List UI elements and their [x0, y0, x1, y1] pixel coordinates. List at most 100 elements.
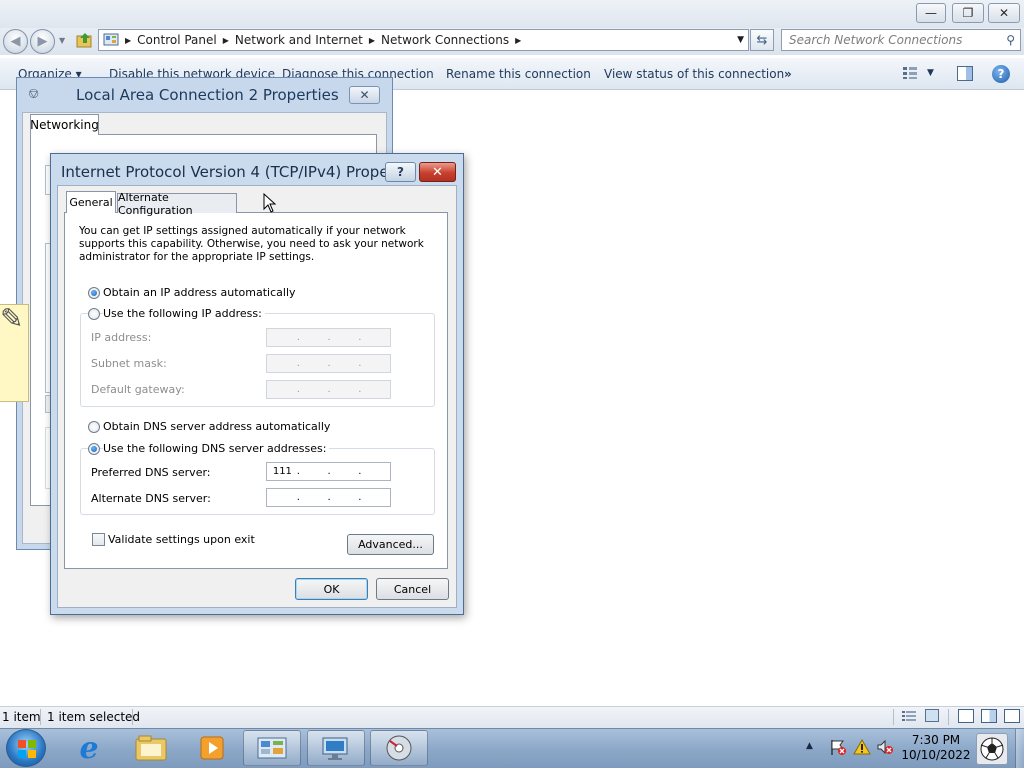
restore-icon: ❐ [962, 6, 974, 20]
radio-selected-dot [91, 446, 97, 452]
refresh-icon: ⇆ [756, 32, 768, 48]
details-pane-toggle-icon[interactable] [1004, 709, 1020, 723]
cancel-button[interactable]: Cancel [376, 578, 449, 600]
refresh-button[interactable]: ⇆ [750, 29, 774, 51]
breadcrumb-arrow-icon[interactable]: ▶ [223, 36, 229, 45]
minimize-button[interactable]: — [916, 3, 946, 23]
advanced-button[interactable]: Advanced... [347, 534, 434, 555]
use-following-ip-label[interactable]: Use the following IP address: [103, 307, 265, 320]
obtain-dns-auto-label[interactable]: Obtain DNS server address automatically [103, 420, 330, 433]
view-status-command[interactable]: View status of this connection [604, 67, 784, 81]
clock-time: 7:30 PM [911, 733, 961, 747]
taskbar-network-connections[interactable] [307, 730, 365, 766]
octet-1[interactable]: 111 [267, 466, 298, 477]
rename-command[interactable]: Rename this connection [446, 67, 591, 81]
disc-icon [386, 735, 412, 761]
more-commands-chevron-icon[interactable]: » [784, 67, 792, 81]
ipv4-dialog-title: Internet Protocol Version 4 (TCP/IPv4) P… [61, 163, 408, 181]
ok-button[interactable]: OK [295, 578, 368, 600]
alternate-dns-field[interactable]: . . . [266, 488, 391, 507]
back-button[interactable]: ◀ [3, 29, 28, 54]
soccer-ball-icon [980, 737, 1004, 761]
taskbar-file-explorer[interactable] [122, 730, 180, 766]
use-following-dns-label[interactable]: Use the following DNS server addresses: [103, 442, 330, 455]
change-view-icon[interactable] [902, 66, 918, 80]
layout-icon[interactable] [958, 709, 974, 723]
network-adapter-icon: ⎊ [28, 86, 40, 102]
use-following-dns-radio[interactable] [88, 443, 100, 455]
obtain-dns-auto-radio[interactable] [88, 421, 100, 433]
breadcrumb-arrow-icon[interactable]: ▶ [515, 36, 521, 45]
default-gateway-label: Default gateway: [91, 383, 185, 396]
forward-button[interactable]: ▶ [30, 29, 55, 54]
subnet-mask-label: Subnet mask: [91, 357, 167, 370]
windows-logo-icon [18, 740, 36, 758]
control-panel-icon [103, 32, 119, 48]
media-player-icon [200, 736, 224, 760]
taskbar-disc-utility[interactable] [370, 730, 428, 766]
search-placeholder: Search Network Connections [789, 33, 963, 47]
obtain-ip-auto-label[interactable]: Obtain an IP address automatically [103, 286, 296, 299]
back-arrow-icon: ◀ [10, 34, 21, 49]
breadcrumb-network-connections[interactable]: Network Connections [381, 33, 509, 47]
breadcrumb-arrow-icon[interactable]: ▶ [369, 36, 375, 45]
internet-explorer-icon: e [79, 730, 99, 766]
network-icon [322, 737, 348, 760]
show-hidden-icons-icon[interactable]: ▲ [806, 741, 813, 751]
folder-icon [135, 735, 167, 761]
recent-pages-icon[interactable]: ▼ [59, 36, 65, 45]
status-divider [948, 709, 949, 725]
subnet-mask-field: ... [266, 354, 391, 373]
clock-date: 10/10/2022 [901, 748, 971, 762]
address-dropdown-icon[interactable]: ▼ [737, 35, 744, 45]
large-icons-view-icon[interactable] [925, 709, 939, 722]
breadcrumb-arrow-icon: ▶ [125, 35, 132, 45]
preview-pane-icon[interactable] [957, 66, 973, 81]
status-divider [893, 709, 894, 725]
alternate-dns-label: Alternate DNS server: [91, 492, 211, 505]
breadcrumb-control-panel[interactable]: Control Panel [137, 33, 217, 47]
forward-arrow-icon: ▶ [37, 34, 48, 49]
details-view-icon[interactable] [902, 710, 916, 722]
lan-close-button[interactable]: ✕ [349, 86, 380, 104]
obtain-ip-auto-radio[interactable] [88, 287, 100, 299]
tab-networking[interactable]: Networking [30, 114, 99, 135]
breadcrumb-network-and-internet[interactable]: Network and Internet [235, 33, 363, 47]
restore-button[interactable]: ❐ [952, 3, 984, 23]
dialog-help-button[interactable]: ? [385, 162, 416, 182]
radio-selected-dot [91, 290, 97, 296]
ip-settings-description: You can get IP settings assigned automat… [79, 225, 424, 263]
network-warning-icon[interactable] [853, 738, 871, 756]
validate-settings-checkbox[interactable] [92, 533, 105, 546]
view-dropdown-icon[interactable]: ▼ [927, 68, 934, 78]
mouse-cursor-icon [263, 192, 277, 216]
taskbar-control-panel[interactable] [243, 730, 301, 766]
tab-general[interactable]: General [66, 191, 116, 213]
status-selected-count: 1 item selected [47, 710, 141, 724]
search-input[interactable]: Search Network Connections ⚲ [781, 29, 1021, 51]
minimize-icon: — [925, 6, 937, 20]
window-close-button[interactable]: ✕ [988, 3, 1020, 23]
tab-alternate-configuration[interactable]: Alternate Configuration [117, 191, 237, 217]
use-following-ip-radio[interactable] [88, 308, 100, 320]
close-icon: ✕ [432, 164, 443, 180]
show-desktop-button[interactable] [1015, 729, 1024, 768]
address-bar[interactable]: ▶ Control Panel ▶ Network and Internet ▶… [98, 29, 749, 51]
user-avatar[interactable] [976, 733, 1008, 765]
taskbar-internet-explorer[interactable]: e [60, 730, 118, 766]
help-icon[interactable]: ? [992, 65, 1010, 83]
taskbar-media-player[interactable] [183, 730, 241, 766]
default-gateway-field: ... [266, 380, 391, 399]
ip-address-label: IP address: [91, 331, 152, 344]
system-clock[interactable]: 7:30 PM 10/10/2022 [898, 733, 974, 763]
preferred-dns-field[interactable]: 111. . . [266, 462, 391, 481]
volume-muted-icon[interactable] [876, 738, 894, 756]
search-icon[interactable]: ⚲ [1006, 33, 1015, 47]
up-folder-icon[interactable] [76, 31, 94, 49]
validate-settings-label[interactable]: Validate settings upon exit [108, 533, 255, 546]
dialog-close-button[interactable]: ✕ [419, 162, 456, 182]
preview-pane-toggle-icon[interactable] [981, 709, 997, 723]
status-divider [40, 709, 41, 725]
start-button[interactable] [6, 729, 46, 767]
action-center-flag-icon[interactable] [829, 738, 847, 756]
